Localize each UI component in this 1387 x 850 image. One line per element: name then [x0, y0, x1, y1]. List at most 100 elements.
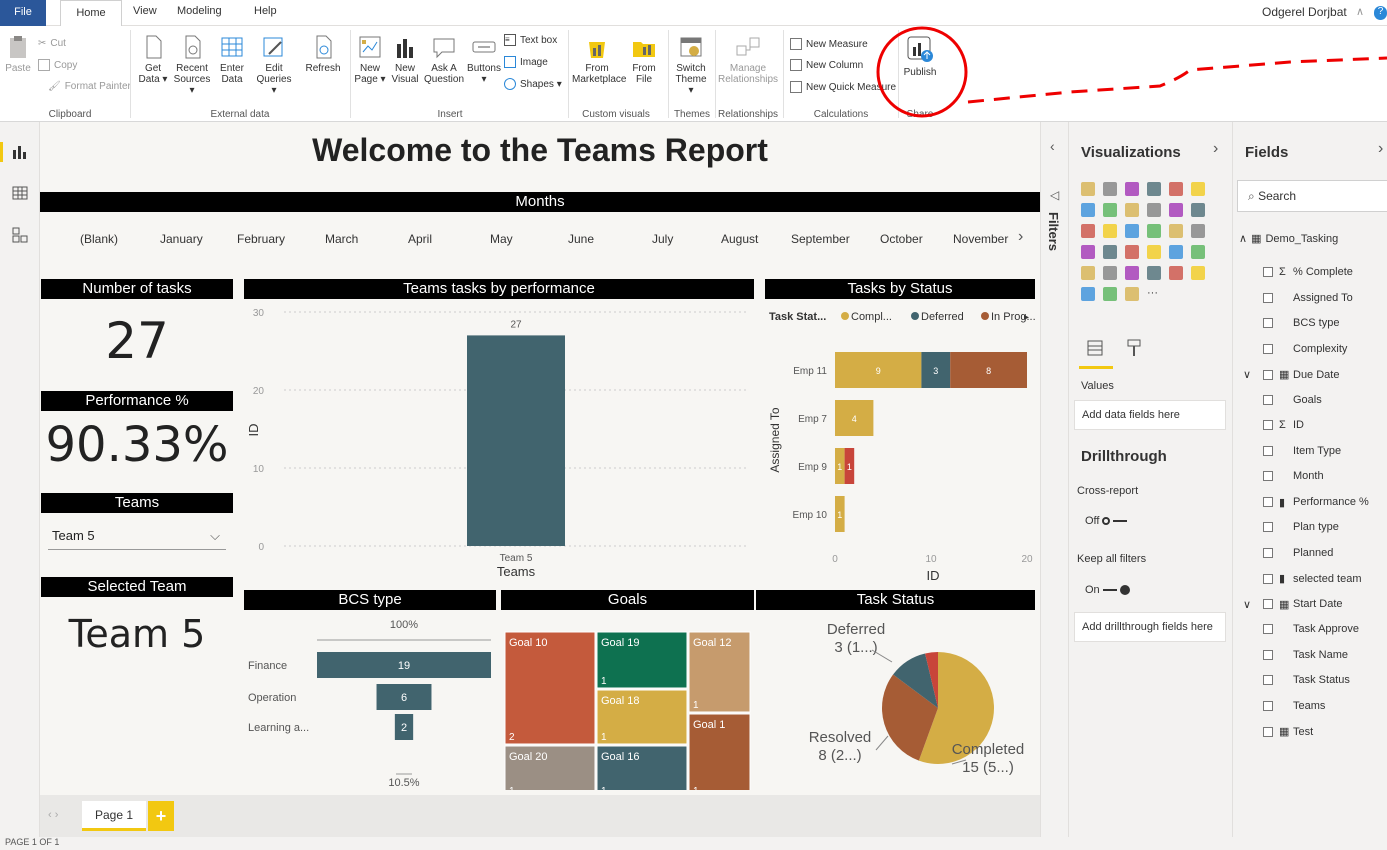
data-view-icon[interactable] [12, 185, 28, 201]
card-icon[interactable] [1147, 245, 1161, 259]
table-icon[interactable] [1103, 266, 1117, 280]
format-paint-roller-icon[interactable] [1124, 338, 1146, 360]
filters-pane[interactable]: ‹ ◁ Filters [1040, 122, 1068, 837]
collapse-ribbon-icon[interactable]: ∧ [1356, 5, 1364, 18]
clustered-column-icon[interactable] [1147, 182, 1161, 196]
field-item[interactable]: Task Status [1263, 674, 1350, 686]
field-item[interactable]: ∨ ▦ Due Date [1243, 368, 1339, 382]
field-checkbox[interactable] [1263, 726, 1273, 737]
area-chart-icon[interactable] [1103, 203, 1117, 217]
field-checkbox[interactable] [1263, 700, 1273, 711]
month-slicer-item[interactable]: July [652, 232, 673, 246]
field-item[interactable]: Teams [1263, 700, 1325, 712]
field-item[interactable]: ▮ Performance % [1263, 496, 1369, 509]
scatter-icon[interactable] [1125, 224, 1139, 238]
field-checkbox[interactable] [1263, 522, 1273, 532]
field-checkbox[interactable] [1263, 497, 1273, 507]
field-checkbox[interactable] [1263, 267, 1273, 277]
user-name[interactable]: Odgerel Dorjbat [1262, 5, 1347, 19]
field-item[interactable]: ▦ Test [1263, 725, 1313, 738]
file-tab[interactable]: File [0, 0, 46, 26]
pie-icon[interactable] [1147, 224, 1161, 238]
field-checkbox[interactable] [1263, 369, 1273, 380]
field-item[interactable]: Complexity [1263, 343, 1347, 355]
matrix-icon[interactable] [1125, 266, 1139, 280]
month-slicer-item[interactable]: March [325, 232, 358, 246]
chevron-down-icon[interactable]: ∨ [1243, 598, 1251, 611]
edit-queries-button[interactable]: Edit Queries ▾ [253, 34, 295, 96]
field-checkbox[interactable] [1263, 599, 1273, 609]
filled-map-icon[interactable] [1103, 245, 1117, 259]
line-chart-icon[interactable] [1081, 203, 1095, 217]
view-tab[interactable]: View [133, 5, 157, 17]
stacked-column-icon[interactable] [1103, 182, 1117, 196]
cross-report-toggle[interactable]: Off [1085, 515, 1128, 527]
recent-sources-button[interactable]: Recent Sources ▾ [172, 34, 212, 96]
month-slicer-item[interactable]: August [721, 232, 758, 246]
multirow-card-icon[interactable] [1169, 245, 1183, 259]
ask-question-button[interactable]: Ask A Question [423, 34, 465, 85]
field-item[interactable]: Goals [1263, 394, 1322, 406]
field-item[interactable]: Task Name [1263, 649, 1348, 661]
month-slicer-item[interactable]: June [568, 232, 594, 246]
field-item[interactable]: BCS type [1263, 317, 1339, 329]
key-influencers-icon[interactable] [1191, 266, 1205, 280]
custom-visual-icon[interactable] [1125, 287, 1139, 301]
field-checkbox[interactable] [1263, 394, 1273, 405]
globe-icon[interactable] [1103, 287, 1117, 301]
buttons-button[interactable]: Buttons ▾ [466, 34, 502, 85]
waterfall-icon[interactable] [1081, 224, 1095, 238]
field-item[interactable]: Planned [1263, 547, 1333, 559]
field-checkbox[interactable] [1263, 420, 1273, 430]
format-painter-button[interactable]: 🖌 Format Painter [48, 81, 131, 92]
funnel-icon[interactable] [1103, 224, 1117, 238]
month-slicer-item[interactable]: November [953, 232, 1008, 246]
page-tab-1[interactable]: Page 1 [82, 801, 146, 831]
expand-right-icon[interactable]: › [1213, 140, 1218, 158]
cut-button[interactable]: ✂ Cut [38, 38, 66, 49]
field-item[interactable]: Task Approve [1263, 623, 1359, 635]
month-slicer-item[interactable]: February [237, 232, 285, 246]
field-checkbox[interactable] [1263, 343, 1273, 354]
new-column-button[interactable]: New Column [790, 59, 863, 71]
manage-relationships-button[interactable]: Manage Relationships [718, 34, 778, 85]
field-checkbox[interactable] [1263, 675, 1273, 685]
goals-treemap[interactable]: Goal 10 2 Goal 19 1 Goal 12 1 Goal 18 1 Goal 1 1 G… [501, 610, 754, 790]
month-slicer-item[interactable]: May [490, 232, 513, 246]
clustered-bar-icon[interactable] [1125, 182, 1139, 196]
table-demo-tasking[interactable]: ∧ ▦ Demo_Tasking [1239, 232, 1338, 246]
report-view-icon[interactable] [12, 144, 28, 160]
months-next-icon[interactable]: › [1018, 228, 1023, 246]
field-checkbox[interactable] [1263, 292, 1273, 303]
line-clustered-icon[interactable] [1169, 203, 1183, 217]
perf-chart[interactable]: 0 10 20 30 ID 27 Team 5Teams [244, 300, 756, 585]
task-status-pie-chart[interactable]: Completed15 (5...) Resolved8 (2...) Deferr… [756, 610, 1040, 790]
field-checkbox[interactable] [1263, 649, 1273, 660]
new-measure-button[interactable]: New Measure [790, 38, 868, 50]
collapse-left-icon[interactable]: ‹ [1050, 138, 1055, 154]
ribbon-chart-icon[interactable] [1191, 203, 1205, 217]
add-page-button[interactable]: + [148, 801, 174, 831]
treemap-icon[interactable] [1191, 224, 1205, 238]
field-item[interactable]: ▮ selected team [1263, 572, 1361, 585]
field-item[interactable]: Σ ID [1263, 419, 1304, 431]
copy-button[interactable]: Copy [38, 59, 77, 71]
r-visual-icon[interactable] [1147, 266, 1161, 280]
qa-icon[interactable] [1081, 287, 1095, 301]
field-item[interactable]: Month [1263, 470, 1324, 482]
help-icon[interactable]: ? [1374, 6, 1387, 20]
status-chart[interactable]: Task Stat... Compl... Deferred In Prog...▸0… [765, 300, 1040, 585]
field-item[interactable]: Σ % Complete [1263, 266, 1353, 278]
field-checkbox[interactable] [1263, 624, 1273, 634]
shapes-button[interactable]: Shapes ▾ [504, 78, 562, 90]
month-slicer-item[interactable]: April [408, 232, 432, 246]
new-visual-button[interactable]: New Visual [389, 34, 421, 85]
field-item[interactable]: ∨ ▦ Start Date [1243, 598, 1343, 611]
page-nav-arrows[interactable]: ‹ › [48, 809, 58, 821]
image-button[interactable]: Image [504, 56, 548, 68]
fields-well-icon[interactable] [1085, 338, 1107, 360]
model-view-icon[interactable] [12, 227, 28, 243]
from-file-button[interactable]: From File [626, 34, 662, 85]
field-checkbox[interactable] [1263, 445, 1273, 456]
chevron-down-icon[interactable]: ∨ [1243, 368, 1251, 381]
